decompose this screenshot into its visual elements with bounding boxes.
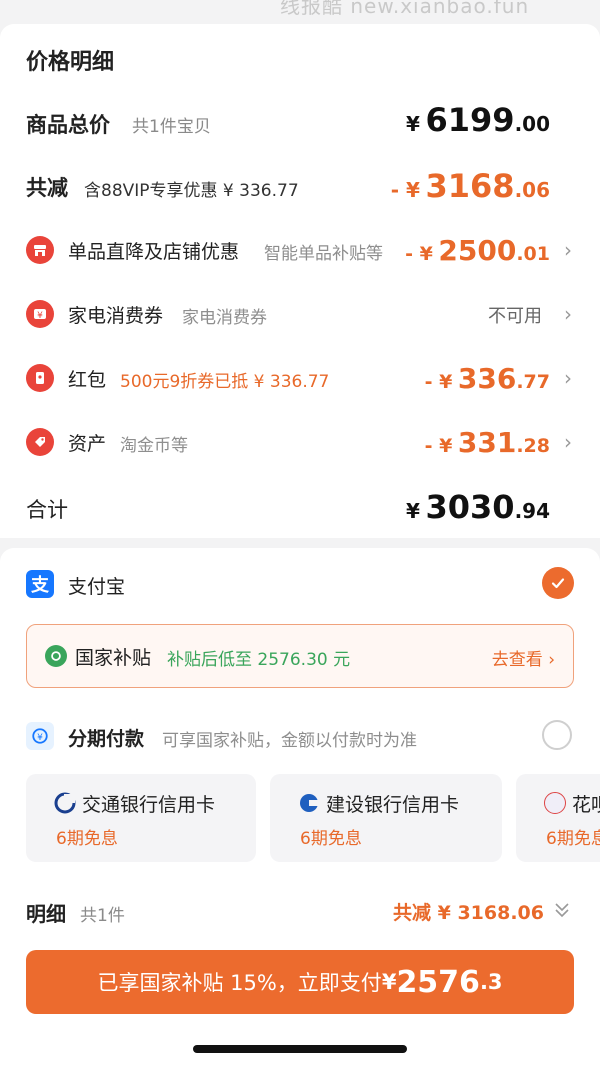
sum-label: 合计	[26, 498, 68, 522]
red-packet-icon	[26, 364, 54, 392]
installment-radio[interactable]	[542, 720, 572, 750]
huabei-icon	[544, 792, 566, 814]
bank-term: 6期免息	[56, 829, 118, 849]
bank-name: 交通银行信用卡	[82, 794, 216, 816]
bank-card-option[interactable]: 建设银行信用卡 6期免息	[270, 774, 502, 862]
pay-button[interactable]: 已享国家补贴 15%，立即支付 ¥ 2576 .3	[26, 950, 574, 1014]
pay-button-amount: 2576	[396, 964, 480, 1000]
reduce-label: 共减	[26, 176, 68, 200]
item-sub-consumer-coupon: 家电消费券	[182, 308, 267, 328]
chevron-right-icon[interactable]: ›	[564, 366, 572, 390]
chevron-right-icon[interactable]: ›	[564, 302, 572, 326]
total-price-label: 商品总价	[26, 113, 110, 137]
total-price-value: ¥ 6199.00	[406, 101, 550, 139]
pay-button-decimal: .3	[479, 970, 503, 994]
svg-text:¥: ¥	[37, 311, 43, 321]
watermark-text: 线报酷 new.xianbao.fun	[280, 0, 530, 18]
bank-card-option[interactable]: 花呗 6期免息	[516, 774, 600, 862]
svg-text:¥: ¥	[37, 733, 43, 743]
chevron-right-icon[interactable]: ›	[564, 430, 572, 454]
bank-name: 建设银行信用卡	[326, 794, 460, 816]
ccb-logo-icon	[300, 794, 318, 812]
item-value-discount: - ¥ 2500.01	[405, 234, 550, 267]
coupon-status: 不可用	[488, 306, 542, 327]
item-sub-discount: 智能单品补贴等	[264, 244, 383, 264]
bank-card-option[interactable]: 交通银行信用卡 6期免息	[26, 774, 256, 862]
bank-name: 花呗	[572, 794, 600, 816]
reduce-sub: 含88VIP专享优惠 ¥ 336.77	[84, 181, 299, 201]
summary-reduce[interactable]: 共减 ¥ 3168.06	[393, 898, 544, 925]
installment-label[interactable]: 分期付款	[68, 724, 144, 751]
page-title: 价格明细	[26, 50, 115, 75]
subsidy-icon	[45, 645, 67, 667]
item-value-assets: - ¥ 331.28	[424, 426, 550, 459]
sum-value: ¥ 3030.94	[406, 488, 550, 526]
coupon-icon: ¥	[26, 300, 54, 328]
subsidy-desc: 补贴后低至 2576.30 元	[167, 650, 351, 670]
alipay-icon: 支	[26, 570, 54, 598]
check-icon[interactable]	[542, 567, 574, 599]
item-label-assets[interactable]: 资产	[68, 429, 106, 456]
shop-icon	[26, 236, 54, 264]
item-sub-assets: 淘金币等	[120, 436, 188, 456]
chevron-right-icon[interactable]: ›	[564, 238, 572, 262]
summary-label: 明细	[26, 902, 66, 926]
reduce-value: - ¥ 3168.06	[390, 167, 550, 205]
item-label-discount[interactable]: 单品直降及店铺优惠	[68, 237, 239, 264]
item-sub-red-packet: 500元9折券已抵 ¥ 336.77	[120, 372, 330, 392]
pay-button-currency: ¥	[381, 970, 397, 994]
asset-tag-icon	[26, 428, 54, 456]
alipay-label[interactable]: 支付宝	[68, 572, 125, 599]
pay-button-text: 已享国家补贴 15%，立即支付	[97, 971, 382, 995]
subsidy-link[interactable]: 去查看 ›	[492, 645, 555, 670]
total-count: 共1件宝贝	[132, 117, 211, 137]
bank-term: 6期免息	[300, 829, 362, 849]
installment-desc: 可享国家补贴，金额以付款时为准	[162, 731, 417, 751]
item-label-consumer-coupon[interactable]: 家电消费券	[68, 301, 163, 328]
item-label-red-packet[interactable]: 红包	[68, 365, 106, 392]
summary-count: 共1件	[80, 906, 125, 926]
home-indicator[interactable]	[193, 1045, 407, 1053]
subsidy-title: 国家补贴	[75, 647, 152, 669]
bank-term: 6期免息	[546, 829, 600, 849]
item-value-red-packet: - ¥ 336.77	[424, 362, 550, 395]
national-subsidy-banner[interactable]: 国家补贴 补贴后低至 2576.30 元 去查看 ›	[26, 624, 574, 688]
installment-icon: ¥	[26, 722, 54, 750]
bocom-logo-icon	[54, 792, 76, 814]
chevron-double-down-icon[interactable]	[552, 900, 572, 920]
